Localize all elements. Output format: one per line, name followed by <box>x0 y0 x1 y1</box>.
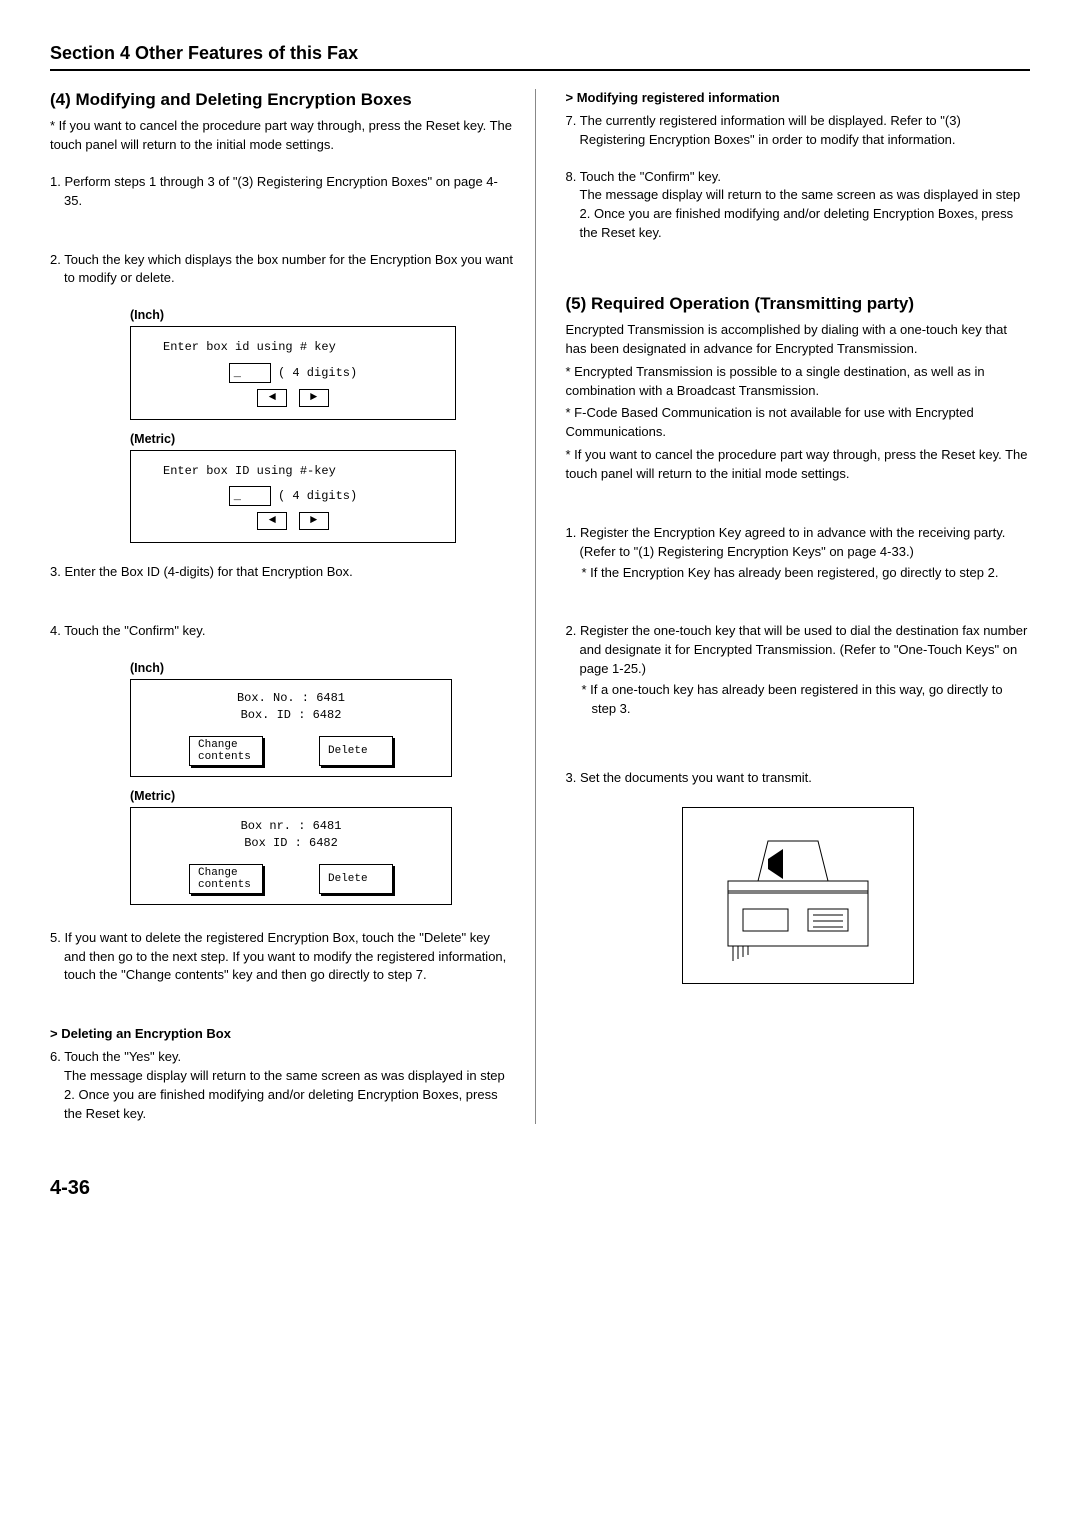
box-nr-line: Box nr. : 6481 <box>141 818 441 835</box>
r-step-1: 1. Register the Encryption Key agreed to… <box>566 524 1031 562</box>
step-6-detail: The message display will return to the s… <box>50 1067 515 1124</box>
r-step-2: 2. Register the one-touch key that will … <box>566 622 1031 679</box>
box-id-line: Box. ID : 6482 <box>141 707 441 724</box>
deleting-heading: > Deleting an Encryption Box <box>50 1025 515 1044</box>
step-2: 2. Touch the key which displays the box … <box>50 251 515 289</box>
metric-label-2: (Metric) <box>130 787 515 805</box>
panel-text: Enter box id using # key <box>163 339 443 356</box>
touchpanel-metric-1: Enter box ID using #-key _ ( 4 digits) ◄… <box>130 450 456 543</box>
touchpanel-metric-2: Box nr. : 6481 Box ID : 6482 Change cont… <box>130 807 452 905</box>
star-note-1: * Encrypted Transmission is possible to … <box>566 363 1031 401</box>
box-id-line: Box ID : 6482 <box>141 835 441 852</box>
right-arrow-button[interactable]: ► <box>299 512 329 530</box>
panel-text: Enter box ID using #-key <box>163 463 443 480</box>
inch-label-1: (Inch) <box>130 306 515 324</box>
heading-4: (4) Modifying and Deleting Encryption Bo… <box>50 89 515 111</box>
left-arrow-button[interactable]: ◄ <box>257 512 287 530</box>
touchpanel-inch-1: Enter box id using # key _ ( 4 digits) ◄… <box>130 326 456 419</box>
right-column: > Modifying registered information 7. Th… <box>566 89 1031 1123</box>
intro-text: Encrypted Transmission is accomplished b… <box>566 321 1031 359</box>
two-column-layout: (4) Modifying and Deleting Encryption Bo… <box>50 89 1030 1123</box>
left-column: (4) Modifying and Deleting Encryption Bo… <box>50 89 536 1123</box>
cancel-note: * If you want to cancel the procedure pa… <box>50 117 515 155</box>
fax-icon <box>698 821 898 971</box>
step-4: 4. Touch the "Confirm" key. <box>50 622 515 641</box>
step-1: 1. Perform steps 1 through 3 of "(3) Reg… <box>50 173 515 211</box>
section-header: Section 4 Other Features of this Fax <box>50 40 1030 71</box>
r-step-3: 3. Set the documents you want to transmi… <box>566 769 1031 788</box>
digits-hint: ( 4 digits) <box>278 366 357 380</box>
box-no-line: Box. No. : 6481 <box>141 690 441 707</box>
step-5: 5. If you want to delete the registered … <box>50 929 515 986</box>
step-8-detail: The message display will return to the s… <box>566 186 1031 243</box>
left-arrow-button[interactable]: ◄ <box>257 389 287 407</box>
step-8: 8. Touch the "Confirm" key. <box>566 168 1031 187</box>
right-arrow-button[interactable]: ► <box>299 389 329 407</box>
delete-button[interactable]: Delete <box>319 864 393 894</box>
inch-label-2: (Inch) <box>130 659 515 677</box>
step-7: 7. The currently registered information … <box>566 112 1031 150</box>
change-contents-button[interactable]: Change contents <box>189 736 263 766</box>
star-note-3: * If you want to cancel the procedure pa… <box>566 446 1031 484</box>
heading-5: (5) Required Operation (Transmitting par… <box>566 293 1031 315</box>
step-6: 6. Touch the "Yes" key. <box>50 1048 515 1067</box>
r-step-2-sub: * If a one-touch key has already been re… <box>592 681 1031 719</box>
fax-machine-illustration <box>682 807 914 984</box>
touchpanel-inch-2: Box. No. : 6481 Box. ID : 6482 Change co… <box>130 679 452 777</box>
page-number: 4-36 <box>50 1174 1030 1203</box>
delete-button[interactable]: Delete <box>319 736 393 766</box>
metric-label-1: (Metric) <box>130 430 515 448</box>
r-step-1-sub: * If the Encryption Key has already been… <box>592 564 1031 583</box>
box-id-input[interactable]: _ <box>229 486 271 506</box>
modifying-heading: > Modifying registered information <box>566 89 1031 108</box>
box-id-input[interactable]: _ <box>229 363 271 383</box>
star-note-2: * F-Code Based Communication is not avai… <box>566 404 1031 442</box>
digits-hint: ( 4 digits) <box>278 489 357 503</box>
step-3: 3. Enter the Box ID (4-digits) for that … <box>50 563 515 582</box>
change-contents-button[interactable]: Change contents <box>189 864 263 894</box>
